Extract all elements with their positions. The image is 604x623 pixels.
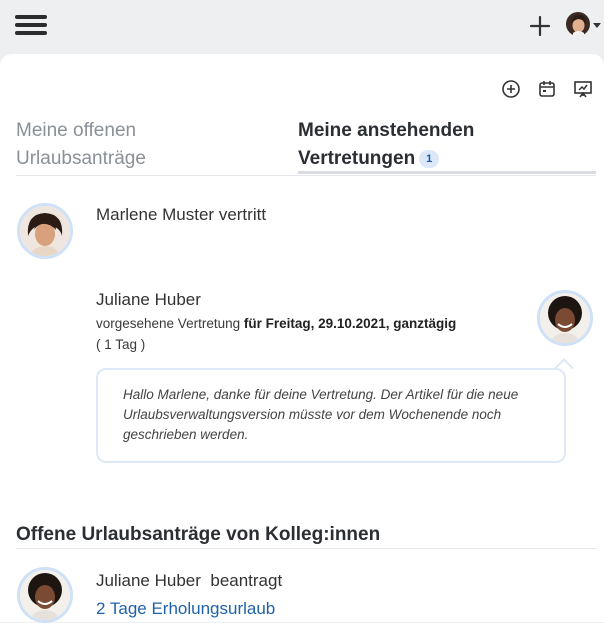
leave-request-link[interactable]: 2 Tage Erholungsurlaub (96, 599, 275, 619)
section-divider (16, 548, 596, 549)
tab-label-line2: Vertretungen (298, 148, 416, 169)
active-tab-indicator (298, 171, 596, 174)
avatar-juliane (17, 567, 73, 623)
calendar-icon[interactable] (536, 78, 558, 100)
colleague-name: Juliane Huber (96, 571, 201, 590)
substitution-headline: Marlene Muster vertritt (96, 205, 267, 224)
plus-icon[interactable] (528, 14, 552, 38)
tab-upcoming-substitutions[interactable]: Meine anstehenden Vertretungen 1 (298, 117, 558, 173)
substitution-message: Hallo Marlene, danke für deine Vertretun… (96, 368, 566, 463)
avatar-juliane (537, 290, 593, 346)
tab-label-line1: Meine offenen (16, 120, 137, 141)
planned-substitution: vorgesehene Vertretung für Freitag, 29.1… (96, 316, 456, 331)
add-circle-icon[interactable] (500, 78, 522, 100)
tab-label-line1: Meine anstehenden (298, 120, 475, 141)
planned-date: für Freitag, 29.10.2021, ganztägig (243, 316, 457, 331)
colleague-action: beantragt (210, 571, 283, 590)
tab-label-line2: Urlaubsanträge (16, 148, 146, 169)
tab-divider (16, 175, 596, 176)
menu-icon[interactable] (15, 15, 47, 35)
colleague-request-line: Juliane Huber beantragt (96, 571, 282, 591)
toolbar (500, 78, 594, 100)
section-title: Offene Urlaubsanträge von Kolleg:innen (16, 524, 381, 545)
requester-name: Juliane Huber (96, 290, 201, 309)
caret-down-icon (593, 23, 601, 28)
duration: ( 1 Tag ) (96, 337, 146, 352)
user-avatar (566, 12, 590, 36)
user-menu-button[interactable] (566, 12, 602, 38)
top-bar (0, 0, 604, 54)
main-card: Meine offenen Urlaubsanträge Meine anste… (0, 54, 604, 623)
avatar-marlene (17, 203, 73, 259)
count-badge: 1 (419, 150, 440, 168)
presentation-icon[interactable] (572, 78, 594, 100)
planned-prefix: vorgesehene Vertretung (96, 316, 241, 331)
tab-open-requests[interactable]: Meine offenen Urlaubsanträge (16, 117, 266, 173)
